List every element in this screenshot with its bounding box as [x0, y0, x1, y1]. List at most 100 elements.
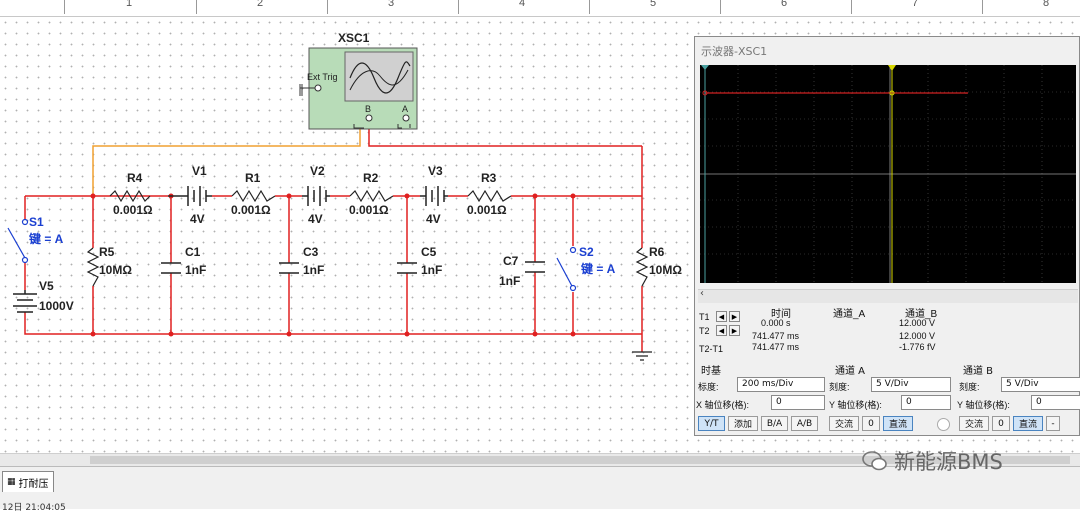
- component-label: C7: [503, 254, 519, 268]
- ab-button[interactable]: A/B: [791, 416, 818, 431]
- top-ruler: 1 2 3 4 5 6 7 8: [0, 0, 1080, 17]
- channel-a-scale-input[interactable]: 5 V/Div: [871, 377, 951, 392]
- channel-a-ypos-input[interactable]: 0: [901, 395, 951, 410]
- component-value: 1nF: [185, 263, 206, 277]
- sheet-tab[interactable]: ▦ 打耐压: [2, 471, 54, 493]
- component-value: 0.001Ω: [113, 203, 153, 217]
- ruler-number: 8: [1043, 0, 1050, 9]
- oscilloscope-window[interactable]: 示波器-XSC1 ‹ 时间 通道_A 通道_B T1 ◀ ▶ 0.000 s 1…: [694, 36, 1080, 436]
- component-value: 1nF: [421, 263, 442, 277]
- center-axes: [700, 65, 1076, 283]
- t2-right-arrow-icon[interactable]: ▶: [729, 325, 740, 336]
- component-label: R1: [245, 171, 261, 185]
- switch-s2[interactable]: [556, 246, 577, 292]
- ruler-number: 7: [912, 0, 919, 9]
- t1-left-arrow-icon[interactable]: ◀: [716, 311, 727, 322]
- readout-row-label: T1: [699, 312, 710, 322]
- readout-time: 741.477 ms: [752, 331, 800, 341]
- channel-b-minus-button[interactable]: -: [1046, 416, 1060, 431]
- wires: [24, 124, 643, 352]
- channel-a-radio[interactable]: [937, 418, 950, 431]
- capacitor-symbol[interactable]: [279, 262, 299, 274]
- component-value: 1000V: [39, 299, 74, 313]
- component-label: V5: [39, 279, 54, 293]
- resistor-symbol[interactable]: [467, 189, 512, 203]
- channel-b-ypos-label: Y 轴位移(格):: [957, 400, 1010, 410]
- t2-left-arrow-icon[interactable]: ◀: [716, 325, 727, 336]
- cursor-t1-handle[interactable]: [701, 65, 709, 70]
- channel-b-ac-button[interactable]: 交流: [959, 416, 989, 431]
- switch-label: S1: [29, 215, 44, 229]
- capacitor-symbol[interactable]: [525, 261, 545, 273]
- channel-b-zero-button[interactable]: 0: [992, 416, 1010, 431]
- oscilloscope-instrument[interactable]: [299, 47, 418, 130]
- cursor-t2-handle[interactable]: [888, 65, 896, 71]
- scope-screen[interactable]: [700, 65, 1076, 283]
- component-label: R5: [99, 245, 115, 259]
- component-label: V3: [428, 164, 443, 178]
- add-button[interactable]: 添加: [728, 416, 758, 431]
- component-value: 10MΩ: [649, 263, 682, 277]
- component-value: 4V: [308, 212, 323, 226]
- component-label: V2: [310, 164, 325, 178]
- scope-grid: [700, 65, 1076, 283]
- ruler-number: 2: [257, 0, 264, 9]
- component-label: R6: [649, 245, 665, 259]
- ground-symbol: [632, 351, 652, 361]
- readout-row-label: T2: [699, 326, 710, 336]
- resistor-symbol[interactable]: [86, 247, 100, 287]
- circuit-diagram: XSC1 Ext Trig B A R4 0.001Ω V1 4V R1 0.0…: [7, 31, 682, 361]
- switch-key: 键 = A: [580, 261, 616, 276]
- channel-a-ypos-label: Y 轴位移(格):: [829, 400, 882, 410]
- screen-scrollbar[interactable]: ‹: [698, 288, 1078, 303]
- component-value: 0.001Ω: [467, 203, 507, 217]
- battery-symbol[interactable]: [420, 186, 448, 206]
- battery-symbol[interactable]: [13, 290, 37, 313]
- port-b-label: B: [365, 104, 371, 114]
- switch-s1[interactable]: [7, 218, 29, 264]
- channel-a-zero-button[interactable]: 0: [862, 416, 880, 431]
- yt-button[interactable]: Y/T: [698, 416, 725, 431]
- ruler-number: 6: [781, 0, 788, 9]
- channel-a-ac-button[interactable]: 交流: [829, 416, 859, 431]
- x-position-input[interactable]: 0: [771, 395, 825, 410]
- component-value: 1nF: [499, 274, 520, 288]
- status-bar: 12日 21:04:05: [0, 492, 1080, 513]
- readout-time: 741.477 ms: [752, 342, 800, 352]
- channel-b-dc-button[interactable]: 直流: [1013, 416, 1043, 431]
- timebase-scale-input[interactable]: 200 ms/Div: [737, 377, 825, 392]
- schematic-icon: ▦: [7, 477, 16, 487]
- component-label: V1: [192, 164, 207, 178]
- ext-trig-label: Ext Trig: [307, 72, 338, 82]
- channel-a-dc-button[interactable]: 直流: [883, 416, 913, 431]
- instrument-name: XSC1: [338, 31, 370, 45]
- component-label: R2: [363, 171, 379, 185]
- wechat-icon: [862, 451, 887, 471]
- t1-right-arrow-icon[interactable]: ▶: [729, 311, 740, 322]
- ruler-tick: [196, 0, 197, 14]
- component-value: 1nF: [303, 263, 324, 277]
- component-label: C3: [303, 245, 319, 259]
- capacitor-symbol[interactable]: [161, 262, 181, 274]
- channel-b-scale-label: 刻度:: [959, 382, 980, 392]
- resistor-symbol[interactable]: [349, 189, 394, 203]
- switch-label: S2: [579, 245, 594, 259]
- channel-a-scale-label: 刻度:: [829, 382, 850, 392]
- ruler-tick: [458, 0, 459, 14]
- capacitor-symbol[interactable]: [397, 262, 417, 274]
- component-value: 10MΩ: [99, 263, 132, 277]
- channel-b-scale-input[interactable]: 5 V/Div: [1001, 377, 1080, 392]
- status-text: 12日 21:04:05: [2, 503, 66, 513]
- battery-symbol[interactable]: [168, 186, 212, 206]
- battery-symbol[interactable]: [302, 186, 330, 206]
- channel-b-ypos-input[interactable]: 0: [1031, 395, 1080, 410]
- probe-wire: [92, 124, 361, 196]
- channel-b-title: 通道 B: [963, 366, 994, 377]
- ruler-number: 3: [388, 0, 395, 9]
- resistor-symbol[interactable]: [231, 189, 276, 203]
- ba-button[interactable]: B/A: [761, 416, 788, 431]
- scroll-left-icon[interactable]: ‹: [700, 288, 704, 299]
- resistor-symbol[interactable]: [635, 247, 649, 287]
- readout-chb: 12.000 V: [899, 331, 936, 341]
- sheet-tab-label: 打耐压: [18, 478, 49, 490]
